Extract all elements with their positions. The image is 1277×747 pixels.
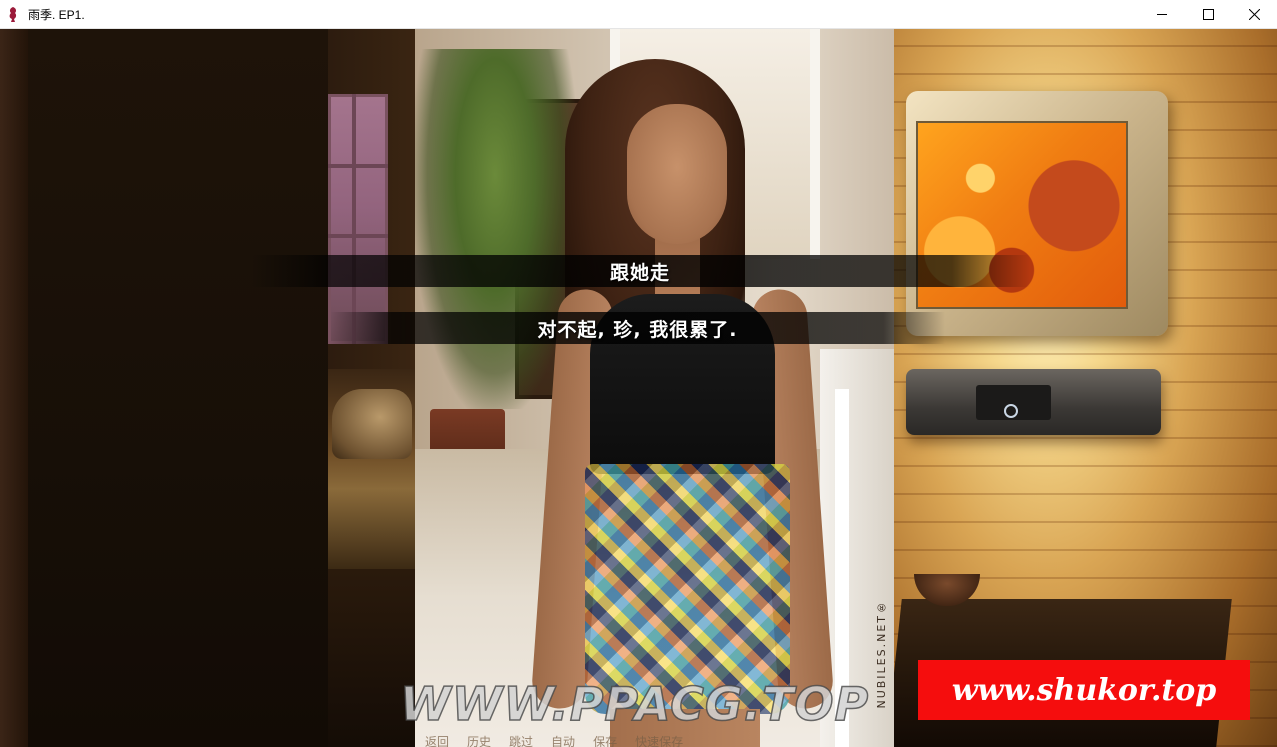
quick-menu-back[interactable]: 返回 [425,733,449,747]
character-face [627,104,727,244]
choice-follow-her[interactable]: 跟她走 [250,255,1030,287]
photo-credit: NUBILES.NET® [875,599,888,709]
window-title: 雨季. EP1. [28,7,85,22]
door-frame [0,29,28,747]
bedroom-window [328,94,388,344]
close-icon [1248,9,1260,20]
scene-panel-tv-wall [894,29,1277,747]
game-viewport[interactable]: NUBILES.NET® 跟她走 对不起, 珍, 我很累了. 返回 历史 跳过 … [0,29,1277,747]
close-button[interactable] [1231,0,1277,29]
scene-panel-character: NUBILES.NET® [415,29,894,747]
potted-plant [415,49,575,409]
choice-too-tired[interactable]: 对不起, 珍, 我很累了. [330,312,945,344]
watermark-shukor-text: www.shukor.top [951,672,1217,708]
scene-panel-bedroom [0,29,415,747]
minimize-icon [1156,9,1168,20]
window-title-bar[interactable]: 雨季. EP1. [0,0,1277,29]
watermark-ppacg: WWW.PPACG.TOP [399,676,870,732]
quick-menu-auto[interactable]: 自动 [551,733,575,747]
dark-wall [28,29,328,747]
pillow [332,389,412,459]
window-controls [1139,0,1277,29]
maximize-icon [1202,9,1214,20]
quick-menu-quick-save[interactable]: 快速保存 [635,733,683,747]
maximize-button[interactable] [1185,0,1231,29]
quick-menu: 返回 历史 跳过 自动 保存 快速保存 [425,733,683,747]
minimize-button[interactable] [1139,0,1185,29]
quick-menu-skip[interactable]: 跳过 [509,733,533,747]
watermark-shukor: www.shukor.top [918,660,1250,720]
quick-menu-history[interactable]: 历史 [467,733,491,747]
choice-label: 跟她走 [609,261,670,284]
choice-label: 对不起, 珍, 我很累了. [537,318,738,341]
app-icon [8,6,20,22]
quick-menu-save[interactable]: 保存 [593,733,617,747]
